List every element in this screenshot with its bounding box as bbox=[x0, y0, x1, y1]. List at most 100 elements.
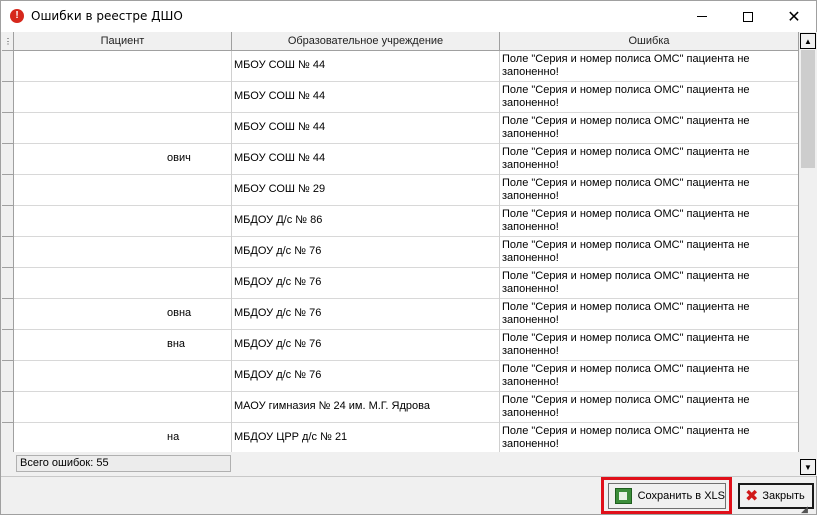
error-cell[interactable]: Поле "Серия и номер полиса ОМС" пациента… bbox=[500, 268, 798, 299]
status-bar: Всего ошибок: 55 bbox=[2, 452, 799, 476]
institution-cell[interactable]: МБДОУ д/с № 76 bbox=[232, 361, 500, 392]
patient-cell[interactable] bbox=[14, 361, 232, 392]
errors-grid[interactable]: ⋮ Пациент Образовательное учреждение Оши… bbox=[2, 32, 799, 452]
patient-cell[interactable]: овна bbox=[14, 299, 232, 330]
errors-window: ! Ошибки в реестре ДШО ✕ ⋮ Пациент Образ… bbox=[0, 0, 817, 515]
patient-cell[interactable]: на bbox=[14, 423, 232, 452]
table-row[interactable]: МБДОУ д/с № 76 Поле "Серия и номер полиса… bbox=[2, 268, 798, 299]
institution-cell[interactable]: МБДОУ д/с № 76 bbox=[232, 330, 500, 361]
error-cell[interactable]: Поле "Серия и номер полиса ОМС" пациента… bbox=[500, 113, 798, 144]
save-xls-button[interactable]: Сохранить в XLS bbox=[608, 483, 726, 509]
institution-cell[interactable]: МБОУ СОШ № 44 bbox=[232, 113, 500, 144]
patient-name: на bbox=[167, 431, 180, 443]
row-indicator[interactable] bbox=[2, 82, 14, 113]
patient-cell[interactable] bbox=[14, 237, 232, 268]
error-cell[interactable]: Поле "Серия и номер полиса ОМС" пациента… bbox=[500, 206, 798, 237]
patient-cell[interactable] bbox=[14, 113, 232, 144]
maximize-icon bbox=[743, 11, 753, 22]
maximize-button[interactable] bbox=[725, 1, 771, 32]
column-header-patient[interactable]: Пациент bbox=[14, 32, 232, 51]
table-row[interactable]: МБОУ СОШ № 44 Поле "Серия и номер полиса … bbox=[2, 51, 798, 82]
error-cell[interactable]: Поле "Серия и номер полиса ОМС" пациента… bbox=[500, 392, 798, 423]
patient-cell[interactable] bbox=[14, 268, 232, 299]
table-row[interactable]: на МБДОУ ЦРР д/с № 21 Поле "Серия и номер … bbox=[2, 423, 798, 452]
table-row[interactable]: МБДОУ д/с № 76 Поле "Серия и номер полиса… bbox=[2, 361, 798, 392]
table-row[interactable]: ович МБОУ СОШ № 44 Поле "Серия и номер пол… bbox=[2, 144, 798, 175]
patient-cell[interactable] bbox=[14, 392, 232, 423]
row-indicator[interactable] bbox=[2, 237, 14, 268]
institution-cell[interactable]: МАОУ гимназия № 24 им. М.Г. Ядрова bbox=[232, 392, 500, 423]
row-indicator[interactable] bbox=[2, 175, 14, 206]
scroll-thumb[interactable] bbox=[801, 50, 815, 168]
error-count: Всего ошибок: 55 bbox=[16, 455, 231, 472]
table-row[interactable]: МБОУ СОШ № 44 Поле "Серия и номер полиса … bbox=[2, 113, 798, 144]
row-indicator[interactable] bbox=[2, 113, 14, 144]
patient-cell[interactable] bbox=[14, 175, 232, 206]
patient-cell[interactable] bbox=[14, 206, 232, 237]
table-row[interactable]: МБОУ СОШ № 44 Поле "Серия и номер полиса … bbox=[2, 82, 798, 113]
row-indicator[interactable] bbox=[2, 299, 14, 330]
institution-cell[interactable]: МБОУ СОШ № 44 bbox=[232, 51, 500, 82]
column-header-error[interactable]: Ошибка bbox=[500, 32, 798, 51]
vertical-scrollbar[interactable]: ▲ ▼ bbox=[799, 32, 817, 476]
error-cell[interactable]: Поле "Серия и номер полиса ОМС" пациента… bbox=[500, 237, 798, 268]
save-xls-label: Сохранить в XLS bbox=[637, 490, 725, 502]
error-cell[interactable]: Поле "Серия и номер полиса ОМС" пациента… bbox=[500, 361, 798, 392]
patient-cell[interactable]: ович bbox=[14, 144, 232, 175]
institution-cell[interactable]: МБДОУ д/с № 76 bbox=[232, 268, 500, 299]
row-indicator[interactable] bbox=[2, 330, 14, 361]
institution-cell[interactable]: МБДОУ д/с № 76 bbox=[232, 299, 500, 330]
institution-cell[interactable]: МБОУ СОШ № 29 bbox=[232, 175, 500, 206]
row-indicator[interactable] bbox=[2, 361, 14, 392]
error-cell[interactable]: Поле "Серия и номер полиса ОМС" пациента… bbox=[500, 51, 798, 82]
row-indicator[interactable] bbox=[2, 51, 14, 82]
row-indicator[interactable] bbox=[2, 268, 14, 299]
red-x-icon: ✖ bbox=[745, 486, 759, 505]
error-cell[interactable]: Поле "Серия и номер полиса ОМС" пациента… bbox=[500, 82, 798, 113]
patient-cell[interactable] bbox=[14, 82, 232, 113]
table-row[interactable]: МБДОУ д/с № 76 Поле "Серия и номер полиса… bbox=[2, 237, 798, 268]
table-row[interactable]: овна МБДОУ д/с № 76 Поле "Серия и номер по… bbox=[2, 299, 798, 330]
institution-cell[interactable]: МБОУ СОШ № 44 bbox=[232, 82, 500, 113]
scroll-up-button[interactable]: ▲ bbox=[800, 33, 816, 49]
patient-cell[interactable]: вна bbox=[14, 330, 232, 361]
error-cell[interactable]: Поле "Серия и номер полиса ОМС" пациента… bbox=[500, 299, 798, 330]
row-indicator[interactable] bbox=[2, 392, 14, 423]
arrow-up-icon: ▲ bbox=[804, 36, 812, 46]
error-cell[interactable]: Поле "Серия и номер полиса ОМС" пациента… bbox=[500, 423, 798, 452]
window-title: Ошибки в реестре ДШО bbox=[31, 9, 183, 23]
window-close-button[interactable]: ✕ bbox=[771, 1, 817, 32]
table-row[interactable]: МАОУ гимназия № 24 им. М.Г. Ядрова Поле "… bbox=[2, 392, 798, 423]
error-cell[interactable]: Поле "Серия и номер полиса ОМС" пациента… bbox=[500, 330, 798, 361]
title-bar[interactable]: ! Ошибки в реестре ДШО ✕ bbox=[1, 1, 816, 32]
error-cell[interactable]: Поле "Серия и номер полиса ОМС" пациента… bbox=[500, 144, 798, 175]
resize-grip-icon[interactable]: ◢ bbox=[801, 504, 808, 515]
row-indicator-header[interactable]: ⋮ bbox=[2, 32, 14, 51]
excel-icon bbox=[615, 488, 632, 504]
minimize-button[interactable] bbox=[679, 1, 725, 32]
row-indicator[interactable] bbox=[2, 206, 14, 237]
table-row[interactable]: вна МБДОУ д/с № 76 Поле "Серия и номер пол… bbox=[2, 330, 798, 361]
table-row[interactable]: МБОУ СОШ № 29 Поле "Серия и номер полиса … bbox=[2, 175, 798, 206]
institution-cell[interactable]: МБОУ СОШ № 44 bbox=[232, 144, 500, 175]
institution-cell[interactable]: МБДОУ Д/с № 86 bbox=[232, 206, 500, 237]
arrow-down-icon: ▼ bbox=[804, 462, 812, 472]
patient-name: вна bbox=[167, 338, 186, 350]
error-icon: ! bbox=[10, 9, 24, 23]
row-indicator[interactable] bbox=[2, 144, 14, 175]
error-cell[interactable]: Поле "Серия и номер полиса ОМС" пациента… bbox=[500, 175, 798, 206]
scroll-down-button[interactable]: ▼ bbox=[800, 459, 816, 475]
row-indicator[interactable] bbox=[2, 423, 14, 452]
patient-name: ович bbox=[167, 152, 191, 164]
institution-cell[interactable]: МБДОУ ЦРР д/с № 21 bbox=[232, 423, 500, 452]
institution-cell[interactable]: МБДОУ д/с № 76 bbox=[232, 237, 500, 268]
patient-name: овна bbox=[167, 307, 192, 319]
table-row[interactable]: МБДОУ Д/с № 86 Поле "Серия и номер полиса… bbox=[2, 206, 798, 237]
close-icon: ✕ bbox=[787, 6, 801, 26]
minimize-icon bbox=[697, 16, 707, 17]
grid-menu-icon: ⋮ bbox=[4, 37, 12, 46]
close-label: Закрыть bbox=[762, 490, 805, 502]
column-header-institution[interactable]: Образовательное учреждение bbox=[232, 32, 500, 51]
patient-cell[interactable] bbox=[14, 51, 232, 82]
button-panel: Сохранить в XLS ✖ Закрыть bbox=[1, 476, 816, 514]
